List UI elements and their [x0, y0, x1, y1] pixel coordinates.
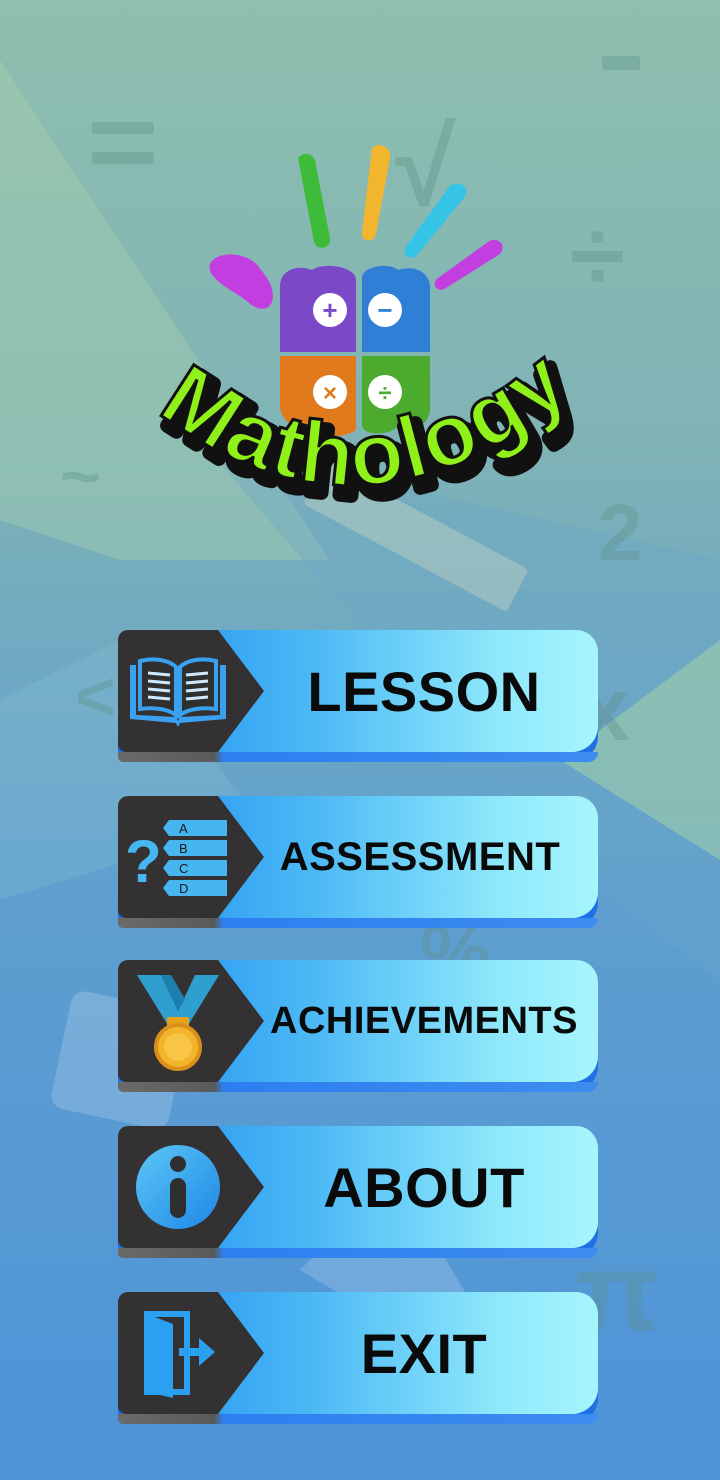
lesson-button[interactable]: LESSON [118, 630, 602, 764]
assessment-label: ASSESSMENT [279, 834, 561, 879]
quiz-letter-a: A [179, 821, 188, 836]
quiz-options-icon: ? A B C D [118, 796, 238, 918]
plus-operator: + [322, 295, 337, 325]
svg-text:?: ? [125, 828, 162, 895]
exit-button[interactable]: EXIT [118, 1292, 602, 1426]
times-operator: × [323, 380, 337, 407]
assessment-button[interactable]: ? A B C D ASSESSMENT [118, 796, 602, 930]
about-label: ABOUT [323, 1155, 525, 1219]
medal-icon [118, 960, 238, 1082]
svg-text:Mathology: Mathology [146, 329, 586, 506]
logo-wordmark: Mathology [144, 327, 585, 507]
info-icon [118, 1126, 238, 1248]
exit-door-icon [118, 1292, 238, 1414]
about-button[interactable]: ABOUT [118, 1126, 602, 1260]
quiz-letter-d: D [179, 881, 188, 896]
svg-text:<: < [75, 657, 116, 735]
exit-label: EXIT [360, 1321, 488, 1385]
quiz-letter-c: C [179, 861, 188, 876]
minus-operator: − [377, 295, 392, 325]
lesson-label: LESSON [307, 659, 541, 723]
achievements-label: ACHIEVEMENTS [270, 999, 578, 1042]
app-logo: + − × ÷ Mathology Mathology [144, 145, 597, 510]
logo-rays [209, 145, 503, 309]
book-icon [118, 630, 238, 752]
achievements-button[interactable]: ACHIEVEMENTS [118, 960, 602, 1094]
quiz-letter-b: B [179, 841, 188, 856]
